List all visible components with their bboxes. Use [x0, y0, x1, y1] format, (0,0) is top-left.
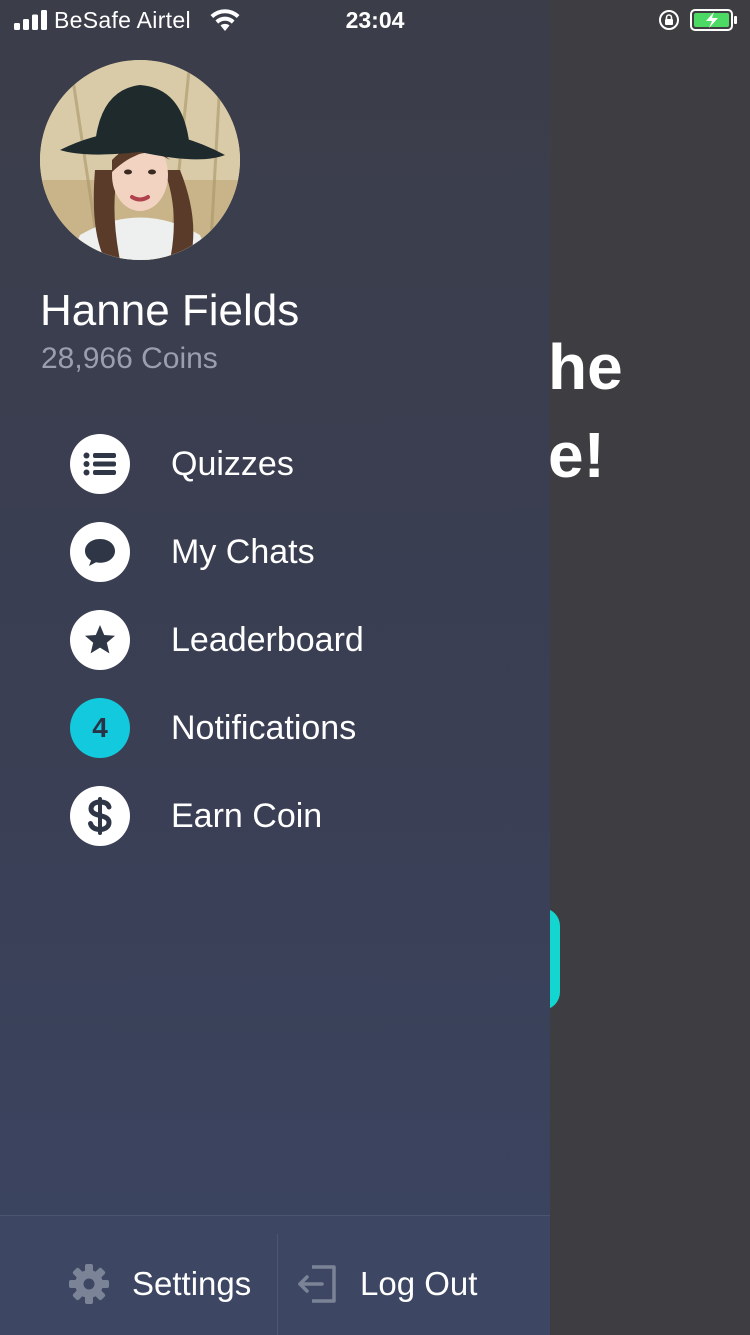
- logout-button[interactable]: Log Out: [296, 1256, 477, 1312]
- settings-button[interactable]: Settings: [68, 1256, 251, 1312]
- dollar-icon: [70, 786, 130, 846]
- star-icon: [70, 610, 130, 670]
- background-heading-line2: e!: [548, 419, 605, 491]
- list-icon: [70, 434, 130, 494]
- logout-label: Log Out: [360, 1265, 478, 1302]
- menu-label-notifications: Notifications: [171, 708, 357, 747]
- chat-bubble-icon: [70, 522, 130, 582]
- gear-icon: [69, 1264, 109, 1304]
- avatar[interactable]: [40, 60, 240, 260]
- menu-label-quizzes: Quizzes: [171, 444, 294, 483]
- background-heading-line1: he: [548, 331, 623, 403]
- menu-label-leaderboard: Leaderboard: [171, 620, 364, 659]
- avatar-image: [40, 60, 240, 260]
- notification-count: 4: [92, 712, 108, 743]
- menu-item-notifications[interactable]: 4 Notifications: [70, 698, 510, 758]
- menu-label-my-chats: My Chats: [171, 532, 315, 571]
- menu-item-my-chats[interactable]: My Chats: [70, 522, 510, 582]
- menu-item-leaderboard[interactable]: Leaderboard: [70, 610, 510, 670]
- menu-item-quizzes[interactable]: Quizzes: [70, 434, 510, 494]
- battery-charging-icon: [690, 9, 737, 31]
- user-coins: 28,966 Coins: [41, 342, 218, 375]
- drawer-footer: Settings Log Out: [0, 1215, 550, 1335]
- logout-icon: [298, 1265, 336, 1303]
- menu-item-earn-coin[interactable]: Earn Coin: [70, 786, 510, 846]
- footer-divider: [277, 1234, 278, 1335]
- settings-label: Settings: [132, 1265, 252, 1302]
- side-drawer: Hanne Fields 28,966 Coins Quizzes My Cha…: [0, 0, 550, 1335]
- rotation-lock-icon: [659, 10, 679, 30]
- menu-label-earn-coin: Earn Coin: [171, 796, 323, 835]
- status-bar: BeSafe Airtel 23:04: [0, 0, 750, 40]
- user-name: Hanne Fields: [40, 286, 300, 335]
- status-time: 23:04: [345, 7, 405, 33]
- notification-badge-icon: 4: [70, 698, 130, 758]
